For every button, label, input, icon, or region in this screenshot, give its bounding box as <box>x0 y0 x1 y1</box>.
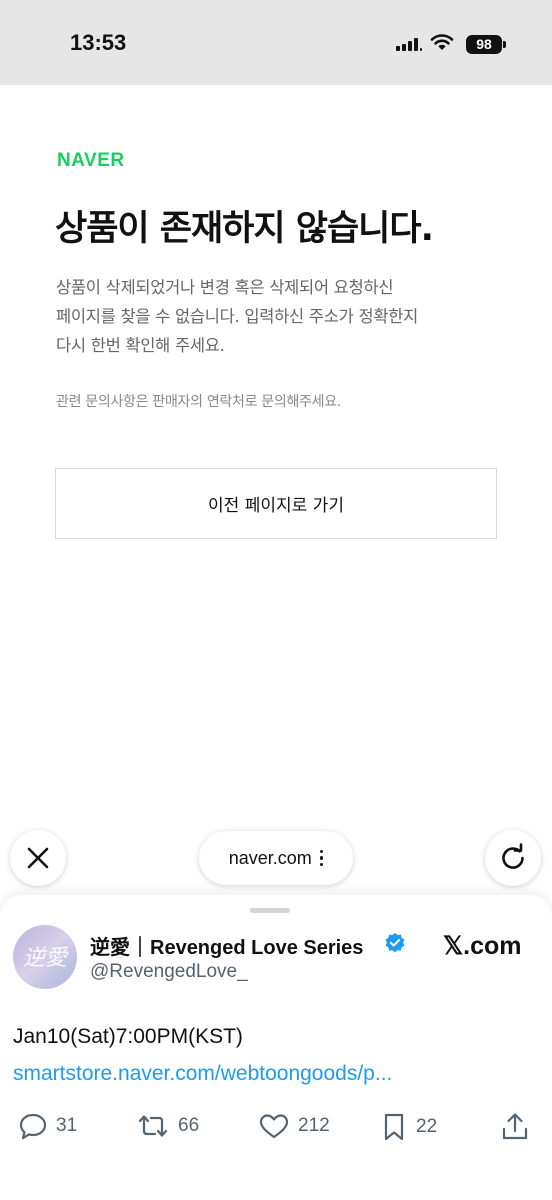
like-count: 212 <box>298 1115 330 1136</box>
sheet-drag-handle[interactable] <box>250 908 290 913</box>
author-handle[interactable]: @RevengedLove_ <box>90 961 248 983</box>
retweet-count: 66 <box>178 1115 200 1136</box>
tweet-actions: 31 66 212 22 <box>0 1112 552 1142</box>
retweet-button[interactable]: 66 <box>136 1112 199 1140</box>
bookmark-count: 22 <box>416 1116 438 1137</box>
reply-button[interactable]: 31 <box>18 1112 77 1140</box>
description-line: 상품이 삭제되었거나 변경 혹은 삭제되어 요청하신 <box>56 278 394 297</box>
share-icon <box>502 1113 528 1140</box>
heart-icon <box>259 1114 289 1139</box>
more-icon[interactable] <box>319 849 324 867</box>
author-name[interactable]: 逆愛｜Revenged Love Series <box>90 931 363 960</box>
tweet-sheet: 逆愛 逆愛｜Revenged Love Series @RevengedLove… <box>0 895 552 1200</box>
svg-text:逆愛: 逆愛 <box>23 946 69 971</box>
close-button[interactable] <box>10 830 66 886</box>
wifi-icon <box>430 34 454 50</box>
tweet-text: Jan10(Sat)7:00PM(KST) <box>13 1025 243 1048</box>
description-line: 페이지를 찾을 수 없습니다. 입력하신 주소가 정확한지 <box>56 307 418 326</box>
error-description: 상품이 삭제되었거나 변경 혹은 삭제되어 요청하신 페이지를 찾을 수 없습니… <box>56 273 506 360</box>
reload-button[interactable] <box>485 830 541 886</box>
avatar[interactable]: 逆愛 <box>13 925 77 989</box>
status-bar: 13:53 98 <box>0 0 552 85</box>
battery-indicator: 98 <box>466 35 502 54</box>
reply-icon <box>19 1113 47 1140</box>
url-bar[interactable]: naver.com <box>199 831 353 885</box>
description-line: 다시 한번 확인해 주세요. <box>56 336 225 355</box>
url-text: naver.com <box>228 847 312 868</box>
bookmark-button[interactable]: 22 <box>380 1112 437 1142</box>
retweet-icon <box>138 1115 168 1137</box>
x-logo[interactable]: 𝕏.com <box>443 931 522 961</box>
reload-icon <box>502 843 524 869</box>
contact-note: 관련 문의사항은 판매자의 연락처로 문의해주세요. <box>56 394 341 410</box>
reply-count: 31 <box>56 1115 78 1136</box>
page-title: 상품이 존재하지 않습니다. <box>55 209 434 249</box>
back-button[interactable]: 이전 페이지로 가기 <box>55 468 497 539</box>
naver-logo: NAVER <box>57 150 125 171</box>
tweet-link[interactable]: smartstore.naver.com/webtoongoods/p... <box>13 1062 392 1086</box>
bookmark-icon <box>384 1113 404 1141</box>
battery-tip <box>503 41 506 48</box>
status-time: 13:53 <box>70 30 127 55</box>
close-icon <box>27 847 49 869</box>
verified-badge-icon <box>385 933 405 953</box>
like-button[interactable]: 212 <box>258 1112 330 1140</box>
share-button[interactable] <box>500 1112 530 1142</box>
avatar-image: 逆愛 <box>13 925 77 989</box>
cellular-signal-icon <box>396 37 422 51</box>
